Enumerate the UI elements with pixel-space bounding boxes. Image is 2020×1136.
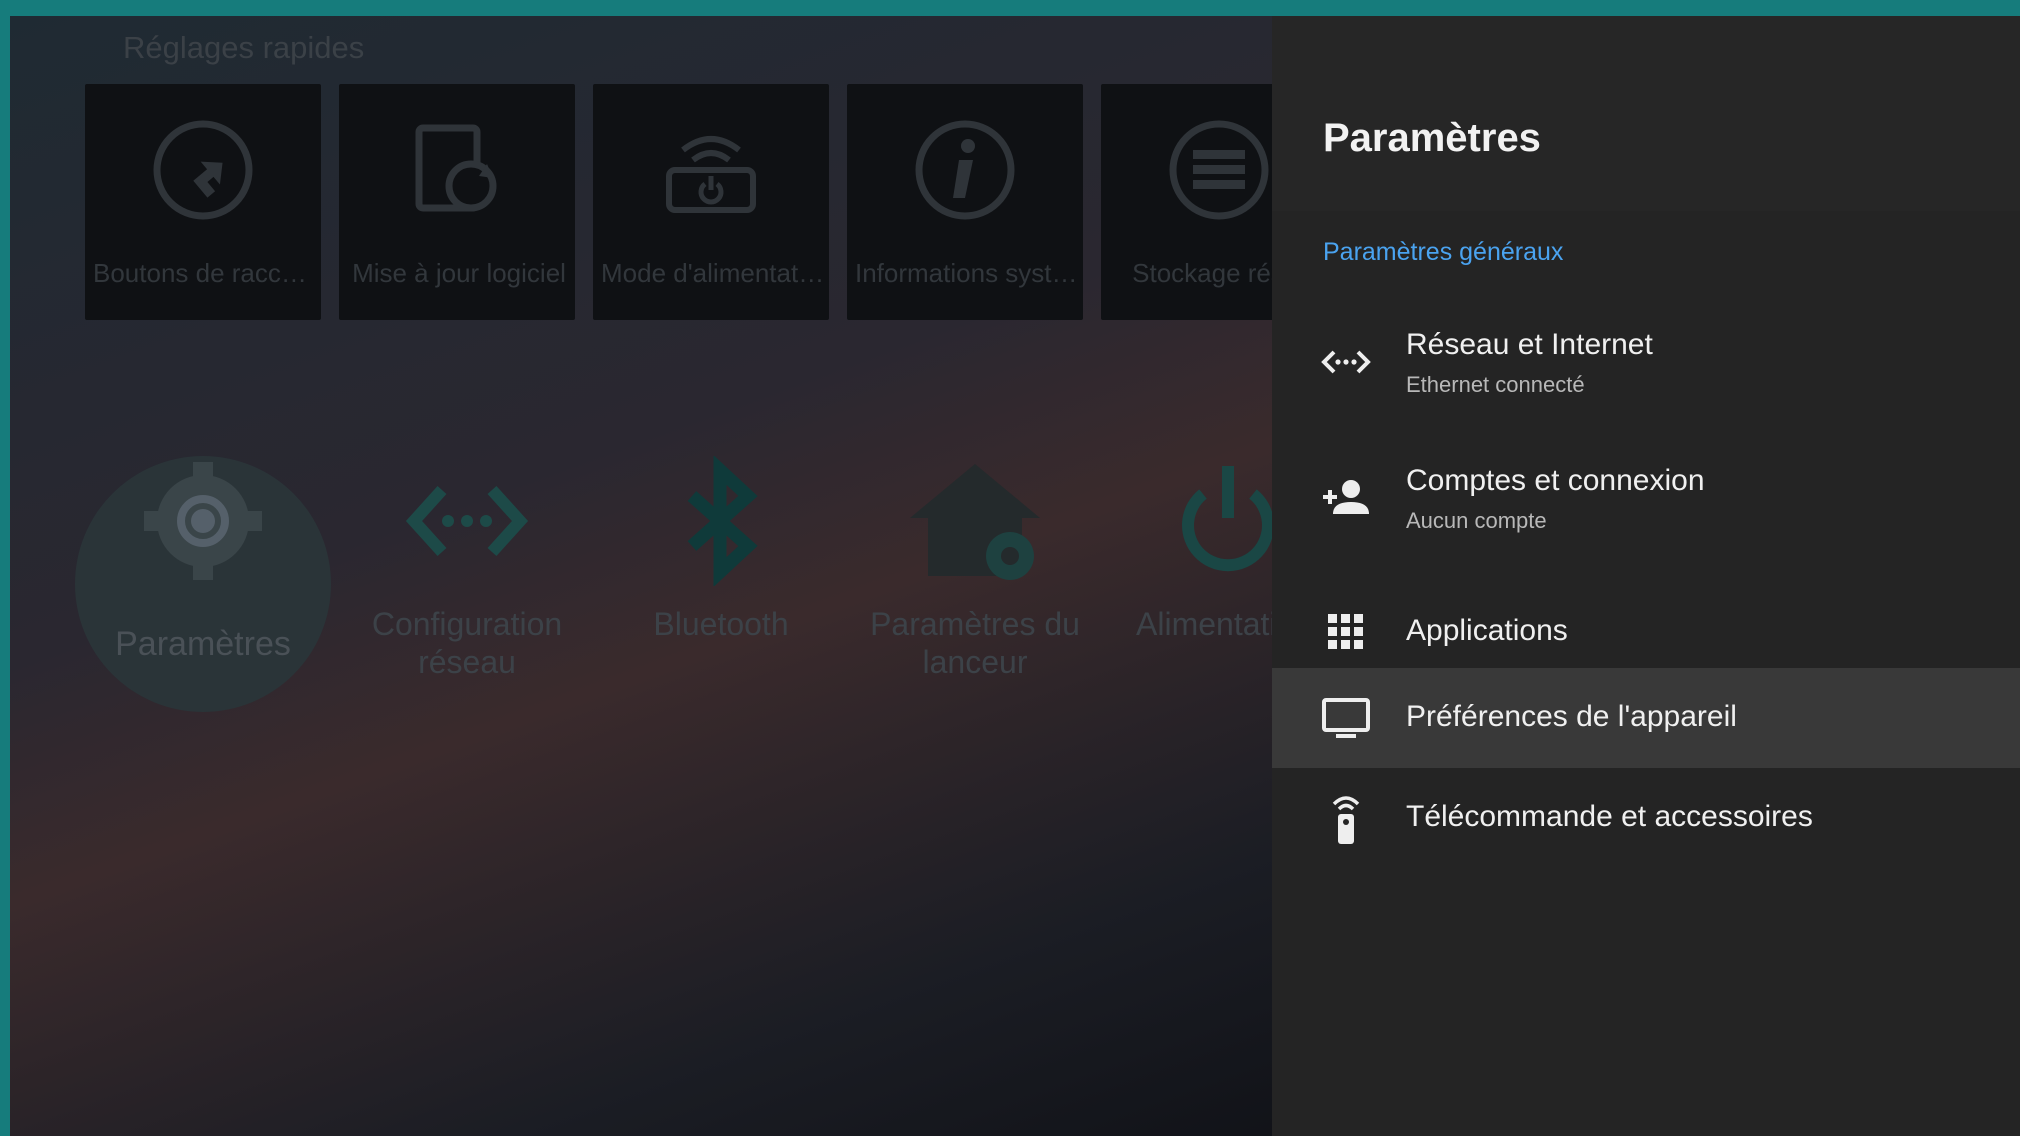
network-icon bbox=[405, 485, 529, 557]
update-icon bbox=[415, 124, 497, 212]
app-label: Alimentati bbox=[1136, 606, 1277, 642]
apps-grid-icon bbox=[1328, 614, 1363, 649]
app-label: Paramètres bbox=[115, 625, 291, 663]
app-network-config[interactable]: Configuration réseau bbox=[352, 456, 582, 681]
tile-shortcut-buttons[interactable]: Boutons de raccou... bbox=[85, 84, 321, 320]
menu-item-title: Réseau et Internet bbox=[1406, 328, 1653, 361]
panel-title: Paramètres bbox=[1323, 116, 1541, 160]
app-label: Bluetooth bbox=[653, 606, 789, 642]
tile-network-storage[interactable]: Stockage rés bbox=[1101, 84, 1291, 320]
gear-icon bbox=[144, 462, 262, 580]
menu-item-subtitle: Ethernet connecté bbox=[1406, 372, 1585, 397]
menu-item-subtitle: Aucun compte bbox=[1406, 508, 1547, 533]
tile-power-mode[interactable]: Mode d'alimentation bbox=[593, 84, 829, 320]
menu-item-title: Télécommande et accessoires bbox=[1406, 800, 1813, 833]
menu-item-remote-accessories[interactable]: Télécommande et accessoires bbox=[1272, 768, 2020, 868]
menu-item-title: Applications bbox=[1406, 614, 1568, 647]
menu-item-applications[interactable]: Applications bbox=[1272, 588, 2020, 676]
section-header-general: Paramètres généraux bbox=[1323, 238, 1564, 266]
tile-label: Mode d'alimentation bbox=[601, 258, 825, 288]
network-icon bbox=[1321, 350, 1371, 374]
settings-panel: Paramètres Paramètres généraux Réseau et… bbox=[1272, 16, 2020, 1136]
app-settings[interactable]: Paramètres bbox=[88, 456, 318, 663]
tile-label: Stockage rés bbox=[1132, 258, 1284, 288]
tile-label: Mise à jour logiciel bbox=[352, 258, 566, 288]
bluetooth-icon bbox=[687, 455, 758, 587]
app-launcher-settings[interactable]: Paramètres du lanceur bbox=[860, 456, 1090, 681]
tile-label: Boutons de raccou... bbox=[93, 258, 317, 288]
tile-label: Informations systè... bbox=[855, 258, 1079, 288]
launcher-settings-icon bbox=[910, 464, 1040, 580]
menu-item-network-internet[interactable]: Réseau et Internet Ethernet connecté bbox=[1272, 316, 2020, 428]
shortcut-icon bbox=[153, 120, 253, 220]
add-person-icon bbox=[1323, 480, 1369, 514]
tile-software-update[interactable]: Mise à jour logiciel bbox=[339, 84, 575, 320]
menu-item-device-preferences[interactable]: Préférences de l'appareil bbox=[1272, 668, 2020, 768]
quick-settings-title: Réglages rapides bbox=[123, 30, 365, 65]
app-label: Paramètres du lanceur bbox=[870, 606, 1080, 680]
app-label: Configuration réseau bbox=[371, 606, 563, 680]
power-mode-icon bbox=[666, 136, 756, 213]
app-bluetooth[interactable]: Bluetooth bbox=[606, 455, 836, 643]
tv-icon bbox=[1322, 698, 1370, 738]
panel-header: Paramètres bbox=[1272, 16, 2020, 211]
menu-item-title: Préférences de l'appareil bbox=[1406, 700, 1737, 733]
storage-icon bbox=[1169, 120, 1269, 220]
remote-icon bbox=[1332, 796, 1360, 844]
tile-system-info[interactable]: Informations systè... bbox=[847, 84, 1083, 320]
menu-item-accounts[interactable]: Comptes et connexion Aucun compte bbox=[1272, 452, 2020, 564]
info-icon bbox=[915, 120, 1015, 220]
menu-item-title: Comptes et connexion bbox=[1406, 464, 1705, 497]
app-power[interactable]: Alimentati bbox=[1114, 456, 1294, 643]
